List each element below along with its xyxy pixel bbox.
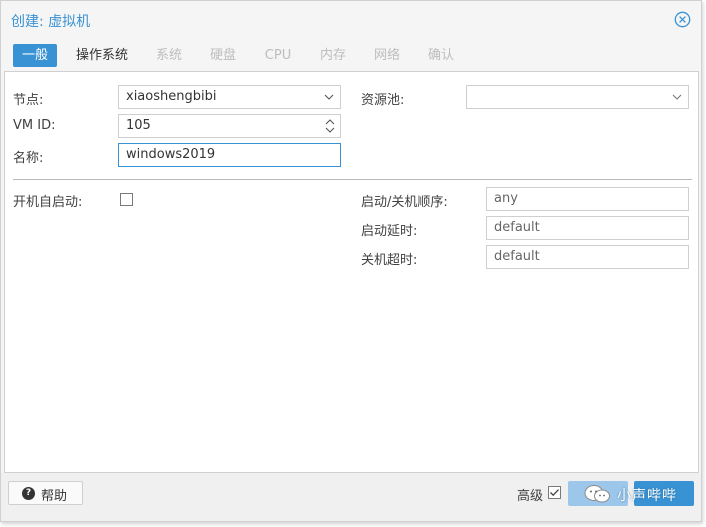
wechat-icon	[584, 485, 610, 503]
tab-system[interactable]: 系统	[147, 44, 191, 67]
shutdown-timeout-value: default	[494, 249, 540, 264]
name-value: windows2019	[126, 147, 216, 162]
pool-label: 资源池:	[361, 93, 405, 108]
chevron-down-icon	[324, 94, 334, 100]
onboot-checkbox[interactable]	[120, 193, 133, 206]
tab-general[interactable]: 一般	[13, 44, 57, 67]
onboot-label: 开机自启动:	[13, 195, 83, 210]
create-vm-dialog: 创建: 虚拟机 一般 操作系统 系统 硬盘 CPU 内存 网络 确认 节点: x…	[0, 0, 702, 522]
vmid-input[interactable]: 105	[118, 114, 341, 138]
advanced-checkbox[interactable]	[548, 486, 561, 499]
section-divider	[13, 179, 692, 180]
vmid-value: 105	[126, 118, 151, 133]
startup-delay-value: default	[494, 220, 540, 235]
tab-network[interactable]: 网络	[365, 44, 409, 67]
wizard-tabs: 一般 操作系统 系统 硬盘 CPU 内存 网络 确认	[1, 41, 701, 71]
tab-disk[interactable]: 硬盘	[201, 44, 245, 67]
node-value: xiaoshengbibi	[126, 89, 217, 104]
advanced-label: 高级	[517, 489, 544, 504]
chevron-down-icon	[672, 94, 682, 100]
spinner-icon[interactable]	[325, 117, 335, 135]
node-select[interactable]: xiaoshengbibi	[118, 85, 341, 109]
tab-os[interactable]: 操作系统	[69, 44, 135, 67]
startup-delay-label: 启动延时:	[361, 224, 418, 239]
vmid-label: VM ID:	[13, 118, 56, 133]
close-icon[interactable]	[674, 11, 691, 28]
general-panel: 节点: xiaoshengbibi VM ID: 105 名称: windows…	[4, 71, 699, 473]
order-input[interactable]: any	[486, 187, 689, 211]
help-button-label: 帮助	[41, 489, 68, 504]
order-label: 启动/关机顺序:	[361, 195, 448, 210]
shutdown-timeout-input[interactable]: default	[486, 245, 689, 269]
question-icon: ?	[22, 487, 35, 500]
name-input[interactable]: windows2019	[118, 143, 341, 167]
tab-memory[interactable]: 内存	[311, 44, 355, 67]
dialog-title: 创建: 虚拟机	[11, 14, 91, 30]
order-value: any	[494, 191, 518, 206]
name-label: 名称:	[13, 151, 44, 166]
dialog-footer: ? 帮助 高级 小声哔哔	[1, 473, 701, 521]
dialog-titlebar: 创建: 虚拟机	[1, 1, 701, 37]
shutdown-timeout-label: 关机超时:	[361, 253, 418, 268]
node-label: 节点:	[13, 93, 44, 108]
tab-confirm[interactable]: 确认	[419, 44, 463, 67]
help-button[interactable]: ? 帮助	[8, 481, 83, 505]
tab-cpu[interactable]: CPU	[256, 44, 300, 67]
watermark-text: 小声哔哔	[617, 488, 677, 504]
startup-delay-input[interactable]: default	[486, 216, 689, 240]
pool-select[interactable]	[466, 85, 689, 109]
